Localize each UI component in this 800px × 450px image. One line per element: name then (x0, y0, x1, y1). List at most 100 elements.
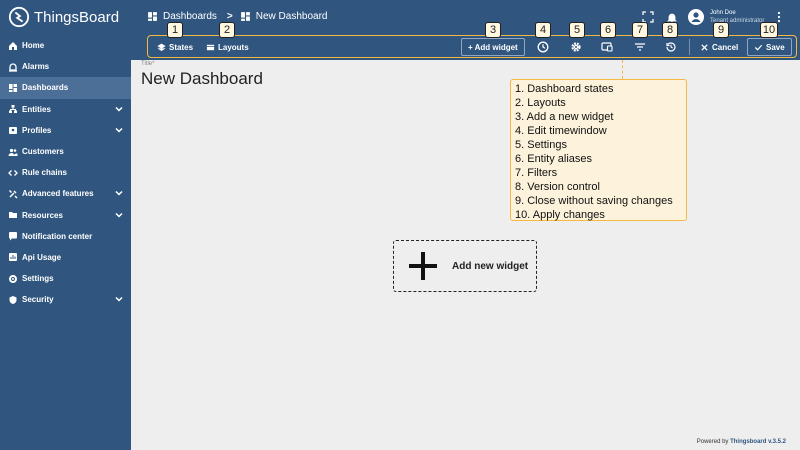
app-name: ThingsBoard (34, 8, 120, 26)
sidebar-item-label: Profiles (22, 125, 52, 135)
breadcrumb: Dashboards > New Dashboard (147, 11, 327, 22)
sidebar-nav: Home Alarms Dashboards Entities Profiles… (0, 35, 131, 310)
sidebar-item-customers[interactable]: Customers (0, 141, 131, 162)
sidebar-item-alarms[interactable]: Alarms (0, 56, 131, 77)
legend-callout: 1. Dashboard states 2. Layouts 3. Add a … (510, 79, 687, 221)
page-title[interactable]: New Dashboard (141, 69, 263, 89)
sidebar: ThingsBoard Home Alarms Dashboards Entit… (0, 0, 131, 450)
thingsboard-logo (8, 6, 30, 28)
breadcrumb-current: New Dashboard (255, 11, 328, 22)
brand[interactable]: ThingsBoard (0, 0, 131, 34)
alarm-icon (9, 63, 17, 72)
sidebar-item-profiles[interactable]: Profiles (0, 120, 131, 141)
customers-icon (8, 148, 18, 156)
marker-5: 5 (569, 22, 585, 38)
tools-icon (8, 189, 18, 199)
footer-prefix: Powered by (696, 439, 729, 445)
sidebar-item-label: Notification center (22, 231, 93, 241)
marker-4: 4 (535, 22, 551, 38)
filters-button[interactable] (634, 41, 646, 53)
add-widget-label: + Add widget (468, 42, 518, 52)
avatar[interactable] (688, 9, 704, 25)
sidebar-item-label: Api Usage (22, 252, 62, 262)
check-icon (754, 44, 763, 51)
timewindow-button[interactable] (537, 41, 549, 53)
sidebar-item-settings[interactable]: Settings (0, 268, 131, 289)
chevron-down-icon (115, 297, 123, 302)
states-button[interactable]: States (157, 39, 193, 55)
marker-10: 10 (760, 22, 778, 38)
sidebar-item-advanced-features[interactable]: Advanced features (0, 183, 131, 204)
sidebar-item-label: Security (22, 295, 54, 305)
sidebar-item-label: Customers (22, 147, 64, 157)
breadcrumb-parent[interactable]: Dashboards (163, 11, 217, 22)
marker-9: 9 (713, 22, 729, 38)
legend-item: 8. Version control (515, 181, 600, 193)
sidebar-item-label: Alarms (22, 62, 50, 72)
sidebar-item-security[interactable]: Security (0, 289, 131, 310)
add-new-widget-area[interactable]: Add new widget (393, 240, 537, 292)
sidebar-item-api-usage[interactable]: Api Usage (0, 247, 131, 268)
states-label: States (169, 42, 194, 52)
sidebar-item-dashboards[interactable]: Dashboards (0, 77, 131, 99)
layouts-label: Layouts (218, 42, 249, 52)
legend-item: 9. Close without saving changes (515, 195, 673, 207)
entity-aliases-button[interactable] (601, 41, 613, 53)
marker-1: 1 (167, 22, 183, 38)
layouts-button[interactable]: Layouts (206, 39, 249, 55)
chevron-down-icon (115, 212, 123, 218)
clock-icon (537, 41, 549, 53)
dashboard-icon (9, 83, 17, 92)
add-widget-button[interactable]: + Add widget (461, 38, 525, 56)
sidebar-item-resources[interactable]: Resources (0, 205, 131, 226)
chevron-down-icon (115, 106, 123, 112)
close-icon (701, 43, 708, 51)
history-icon (666, 42, 676, 52)
legend-item: 10. Apply changes (515, 209, 605, 221)
sidebar-item-label: Home (22, 41, 45, 51)
folder-icon (9, 212, 17, 219)
notification-icon (9, 232, 17, 241)
api-usage-icon (9, 253, 17, 262)
settings-button[interactable] (570, 41, 582, 53)
plus-icon (409, 252, 437, 280)
save-label: Save (766, 42, 785, 52)
gear-icon (571, 42, 581, 52)
toolbar-divider (689, 39, 690, 55)
marker-2: 2 (219, 22, 235, 38)
sidebar-item-label: Resources (22, 210, 63, 220)
entities-icon (9, 105, 17, 114)
user-name: John Doe (710, 10, 736, 16)
version-control-button[interactable] (665, 41, 677, 53)
sidebar-item-notification-center[interactable]: Notification center (0, 226, 131, 247)
cancel-button[interactable]: Cancel (700, 39, 738, 55)
sidebar-item-label: Advanced features (22, 189, 94, 199)
footer: Powered by Thingsboard v.3.5.2 (697, 439, 786, 445)
shield-icon (9, 295, 17, 304)
profiles-icon (9, 127, 17, 135)
marker-3: 3 (485, 22, 501, 38)
legend-item: 7. Filters (515, 167, 558, 179)
breadcrumb-separator: > (226, 11, 233, 22)
sidebar-item-rule-chains[interactable]: Rule chains (0, 162, 131, 183)
sidebar-item-label: Rule chains (22, 168, 67, 178)
filter-icon (635, 43, 645, 51)
gear-icon (9, 274, 17, 283)
title-field-label: Title* (141, 61, 155, 67)
footer-brand-link[interactable]: Thingsboard v.3.5.2 (730, 439, 786, 445)
sidebar-item-home[interactable]: Home (0, 35, 131, 56)
sidebar-item-label: Entities (22, 104, 51, 114)
legend-item: 6. Entity aliases (515, 153, 593, 165)
dashboard-icon (148, 12, 157, 21)
sidebar-item-label: Dashboards (22, 83, 69, 93)
chevron-down-icon (115, 191, 123, 196)
save-button[interactable]: Save (747, 38, 792, 56)
sidebar-item-entities[interactable]: Entities (0, 99, 131, 120)
legend-item: 5. Settings (515, 139, 567, 151)
rule-chains-icon (8, 169, 18, 176)
marker-6: 6 (600, 22, 616, 38)
sidebar-item-label: Settings (22, 274, 54, 284)
legend-item: 3. Add a new widget (515, 111, 614, 123)
legend-item: 4. Edit timewindow (515, 125, 607, 137)
chevron-down-icon (115, 127, 123, 133)
